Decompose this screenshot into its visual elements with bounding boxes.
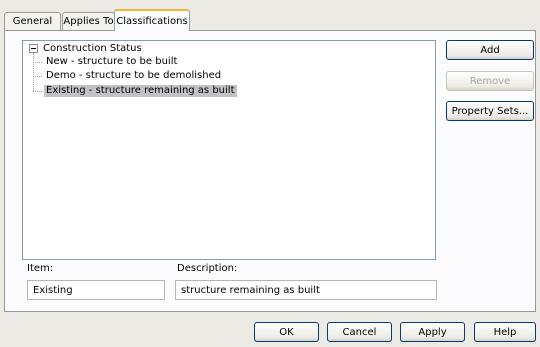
tree-root-label: Construction Status <box>43 43 142 54</box>
collapse-icon[interactable] <box>29 44 38 53</box>
add-button[interactable]: Add <box>446 40 534 60</box>
help-button[interactable]: Help <box>474 322 536 342</box>
item-label: Item: <box>27 263 54 274</box>
description-field-value: structure remaining as built <box>181 284 320 296</box>
cancel-button[interactable]: Cancel <box>327 322 392 342</box>
tree-item-demo[interactable]: Demo - structure to be demolished <box>33 70 223 82</box>
tree-item-new[interactable]: New - structure to be built <box>33 56 179 68</box>
tab-general-label: General <box>12 16 53 27</box>
remove-button[interactable]: Remove <box>446 71 534 91</box>
tree-item-demo-label: Demo - structure to be demolished <box>46 70 222 81</box>
tree-item-existing[interactable]: Existing - structure remaining as built <box>33 85 237 97</box>
tree-item-existing-label: Existing - structure remaining as built <box>44 85 237 97</box>
classification-tree[interactable]: Construction Status New - structure to b… <box>22 40 436 260</box>
tree-branch-line <box>33 61 42 63</box>
description-label: Description: <box>177 263 238 274</box>
tree-branch-line <box>33 75 42 77</box>
property-sets-button[interactable]: Property Sets... <box>446 101 534 121</box>
tab-general[interactable]: General <box>4 12 61 30</box>
tree-branch-line <box>33 90 42 92</box>
item-field-value: Existing <box>33 284 73 296</box>
ok-button[interactable]: OK <box>254 322 319 342</box>
item-field[interactable]: Existing <box>27 280 165 300</box>
tab-classifications-label: Classifications <box>116 15 188 27</box>
tab-applies-to-label: Applies To <box>63 16 114 27</box>
description-field[interactable]: structure remaining as built <box>175 280 437 300</box>
tree-root-node[interactable]: Construction Status <box>29 43 142 54</box>
tab-applies-to[interactable]: Applies To <box>62 12 115 30</box>
tab-classifications[interactable]: Classifications <box>114 9 190 31</box>
tree-item-new-label: New - structure to be built <box>46 56 178 67</box>
apply-button[interactable]: Apply <box>400 322 465 342</box>
